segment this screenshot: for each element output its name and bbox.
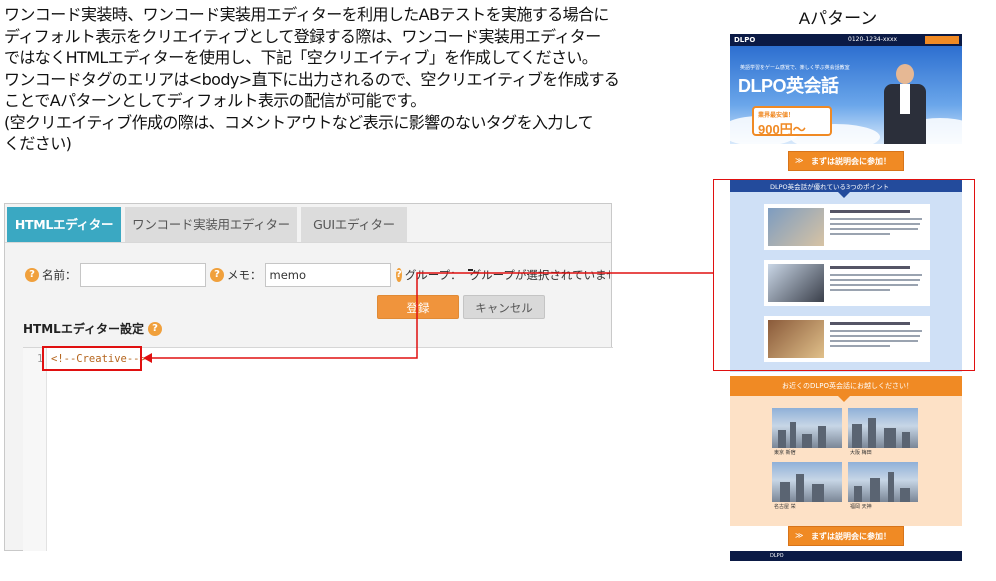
- arrow-icon: ≫: [795, 156, 804, 165]
- preview-cta-button: ≫ まずは説明会に参加！: [788, 151, 904, 171]
- city-label: 大阪 梅田: [850, 450, 872, 456]
- name-label: 名前：: [42, 268, 77, 282]
- badge-line1: 業界最安値！: [758, 112, 795, 119]
- instruction-text: ワンコード実装時、ワンコード実装用エディターを利用したABテストを実施する場合に…: [4, 4, 694, 155]
- help-icon[interactable]: ?: [147, 321, 162, 336]
- city-photo: [772, 462, 842, 502]
- instruction-line: ワンコードタグのエリアは<body>直下に出力されるので、空クリエイティブを作成…: [4, 69, 620, 89]
- tab-gui-editor[interactable]: GUIエディター: [301, 207, 407, 243]
- group-field-row: ? グループ： グループが選択されていません: [396, 262, 610, 288]
- cta-label: まずは説明会に参加！: [811, 157, 891, 166]
- city-label: 東京 新宿: [774, 450, 796, 456]
- creative-editor-panel: HTMLエディター ワンコード実装用エディター GUIエディター ? 名前： ?…: [4, 203, 613, 551]
- instruction-line: ワンコード実装時、ワンコード実装用エディターを利用したABテストを実施する場合に: [4, 5, 609, 24]
- preview-cta-button-bottom: ≫ まずは説明会に参加！: [788, 526, 904, 546]
- arrow-icon: ≫: [795, 531, 804, 540]
- settings-title-text: HTMLエディター設定: [23, 322, 144, 336]
- locations-title: お近くのDLPO英会話にお越しください！: [782, 382, 914, 390]
- group-selector[interactable]: グループが選択されていません: [470, 267, 610, 283]
- instruction-line: ではなくHTMLエディターを使用し、下記「空クリエイティブ」を作成してください。: [4, 48, 598, 67]
- city-label: 福岡 天神: [850, 504, 872, 510]
- cancel-button[interactable]: キャンセル: [463, 295, 545, 319]
- city-photo: [772, 408, 842, 448]
- register-button[interactable]: 登録: [377, 295, 459, 319]
- tab-divider: [5, 242, 611, 243]
- instruction-line: ことでAパターンとしてディフォルト表示の配信が可能です。: [4, 91, 426, 110]
- preview-nav-button: [925, 36, 959, 44]
- city-photo: [848, 462, 918, 502]
- help-icon[interactable]: ?: [396, 268, 402, 282]
- locations-notch: [838, 396, 850, 402]
- businessman-image: [880, 64, 930, 144]
- name-input[interactable]: [79, 263, 206, 287]
- badge-line2: 900円〜: [758, 122, 806, 137]
- tab-onecode-editor[interactable]: ワンコード実装用エディター: [125, 207, 297, 243]
- hero-title: DLPO英会話: [738, 76, 839, 96]
- code-highlight-box: [42, 346, 142, 371]
- help-icon[interactable]: ?: [210, 268, 224, 282]
- city-label: 名古屋 栄: [774, 504, 796, 510]
- locations-section: [730, 396, 962, 526]
- onecode-area-highlight: [713, 179, 975, 371]
- preview-nav-bar: DLPO 0120-1234-xxxx: [730, 34, 962, 46]
- group-label: グループ：: [404, 268, 462, 282]
- footer-logo: DLPO: [770, 553, 784, 559]
- city-photo: [848, 408, 918, 448]
- code-editor[interactable]: 1 <!--Creative-->: [23, 347, 613, 551]
- locations-header: お近くのDLPO英会話にお越しください！: [730, 376, 962, 396]
- name-field-row: ? 名前：: [25, 262, 206, 288]
- instruction-line: ディフォルト表示をクリエイティブとして登録する際は、ワンコード実装用エディター: [4, 26, 601, 46]
- preview-logo: DLPO: [734, 36, 756, 44]
- hero-subtitle: 英語学習をゲーム感覚で、楽しく学ぶ英会話教室: [740, 65, 850, 71]
- instruction-line: ください): [4, 134, 72, 153]
- preview-footer: DLPO: [730, 551, 962, 561]
- memo-label: メモ：: [227, 268, 262, 282]
- help-icon[interactable]: ?: [25, 268, 39, 282]
- instruction-line: (空クリエイティブ作成の際は、コメントアウトなど表示に影響のないタグを入力して: [4, 112, 594, 132]
- price-badge: 業界最安値！ 900円〜: [752, 106, 832, 137]
- cta-label: まずは説明会に参加！: [811, 532, 891, 541]
- line-gutter: [23, 348, 47, 551]
- preview-hero: 英語学習をゲーム感覚で、楽しく学ぶ英会話教室 DLPO英会話 業界最安値！ 90…: [730, 46, 962, 150]
- html-editor-settings-heading: HTMLエディター設定 ?: [23, 320, 165, 337]
- memo-field-row: ? メモ： memo: [210, 262, 391, 288]
- preview-tel: 0120-1234-xxxx: [848, 36, 898, 43]
- tab-html-editor[interactable]: HTMLエディター: [7, 207, 121, 243]
- memo-input[interactable]: memo: [264, 263, 391, 287]
- pattern-title: Aパターン: [798, 9, 878, 28]
